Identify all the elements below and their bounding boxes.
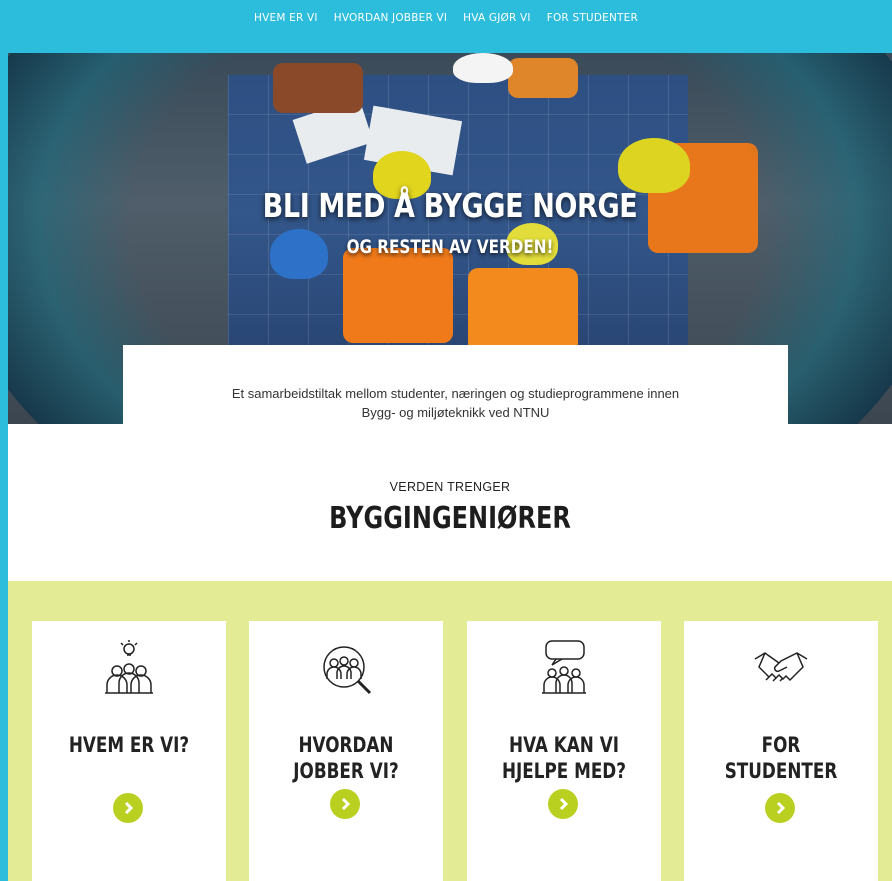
team-chat-icon — [542, 640, 586, 694]
chevron-right-icon — [341, 797, 351, 811]
card-title-line-1: HVA KAN VI — [509, 733, 619, 757]
card-arrow-button[interactable] — [113, 793, 143, 823]
card-title-line-2: HJELPE MED? — [501, 759, 627, 783]
chevron-right-icon — [776, 801, 786, 815]
nav-link-hva-gjor-vi[interactable]: HVA GJØR VI — [463, 12, 531, 24]
page-content: BLI MED Å BYGGE NORGE OG RESTEN AV VERDE… — [8, 53, 892, 881]
hero-subtitle: OG RESTEN AV VERDEN! — [346, 236, 554, 258]
section-kicker: VERDEN TRENGER — [389, 480, 511, 494]
team-idea-icon — [105, 640, 153, 694]
card-hva-kan-vi-hjelpe-med[interactable]: HVA KAN VI HJELPE MED? — [467, 621, 661, 881]
chevron-right-icon — [559, 797, 569, 811]
card-title-line-1: HVEM ER VI? — [68, 733, 190, 757]
nav-link-for-studenter[interactable]: FOR STUDENTER — [547, 12, 638, 24]
card-arrow-button[interactable] — [765, 793, 795, 823]
card-hvem-er-vi[interactable]: HVEM ER VI? — [32, 621, 226, 881]
card-hvordan-jobber-vi[interactable]: HVORDAN JOBBER VI? — [249, 621, 443, 881]
card-arrow-button[interactable] — [548, 789, 578, 819]
top-navigation: HVEM ER VI HVORDAN JOBBER VI HVA GJØR VI… — [0, 0, 892, 53]
card-title-line-1: FOR STUDENTER — [724, 733, 838, 783]
intro-line-2: Bygg- og miljøteknikk ved NTNU — [361, 405, 550, 420]
team-search-icon — [323, 646, 372, 695]
card-for-studenter[interactable]: FOR STUDENTER — [684, 621, 878, 881]
intro-box: Et samarbeidstiltak mellom studenter, næ… — [123, 345, 788, 465]
hero-title: BLI MED Å BYGGE NORGE — [262, 186, 638, 225]
nav-link-hvem-er-vi[interactable]: HVEM ER VI — [254, 12, 318, 24]
nav-link-hvordan-jobber-vi[interactable]: HVORDAN JOBBER VI — [334, 12, 447, 24]
card-title-line-2: JOBBER VI? — [293, 759, 399, 783]
handshake-icon — [754, 652, 808, 682]
card-title-line-1: HVORDAN — [298, 733, 394, 757]
card-arrow-button[interactable] — [330, 789, 360, 819]
chevron-right-icon — [124, 801, 134, 815]
section-headline: BYGGINGENIØRER — [329, 501, 571, 536]
intro-line-1: Et samarbeidstiltak mellom studenter, næ… — [231, 386, 680, 401]
